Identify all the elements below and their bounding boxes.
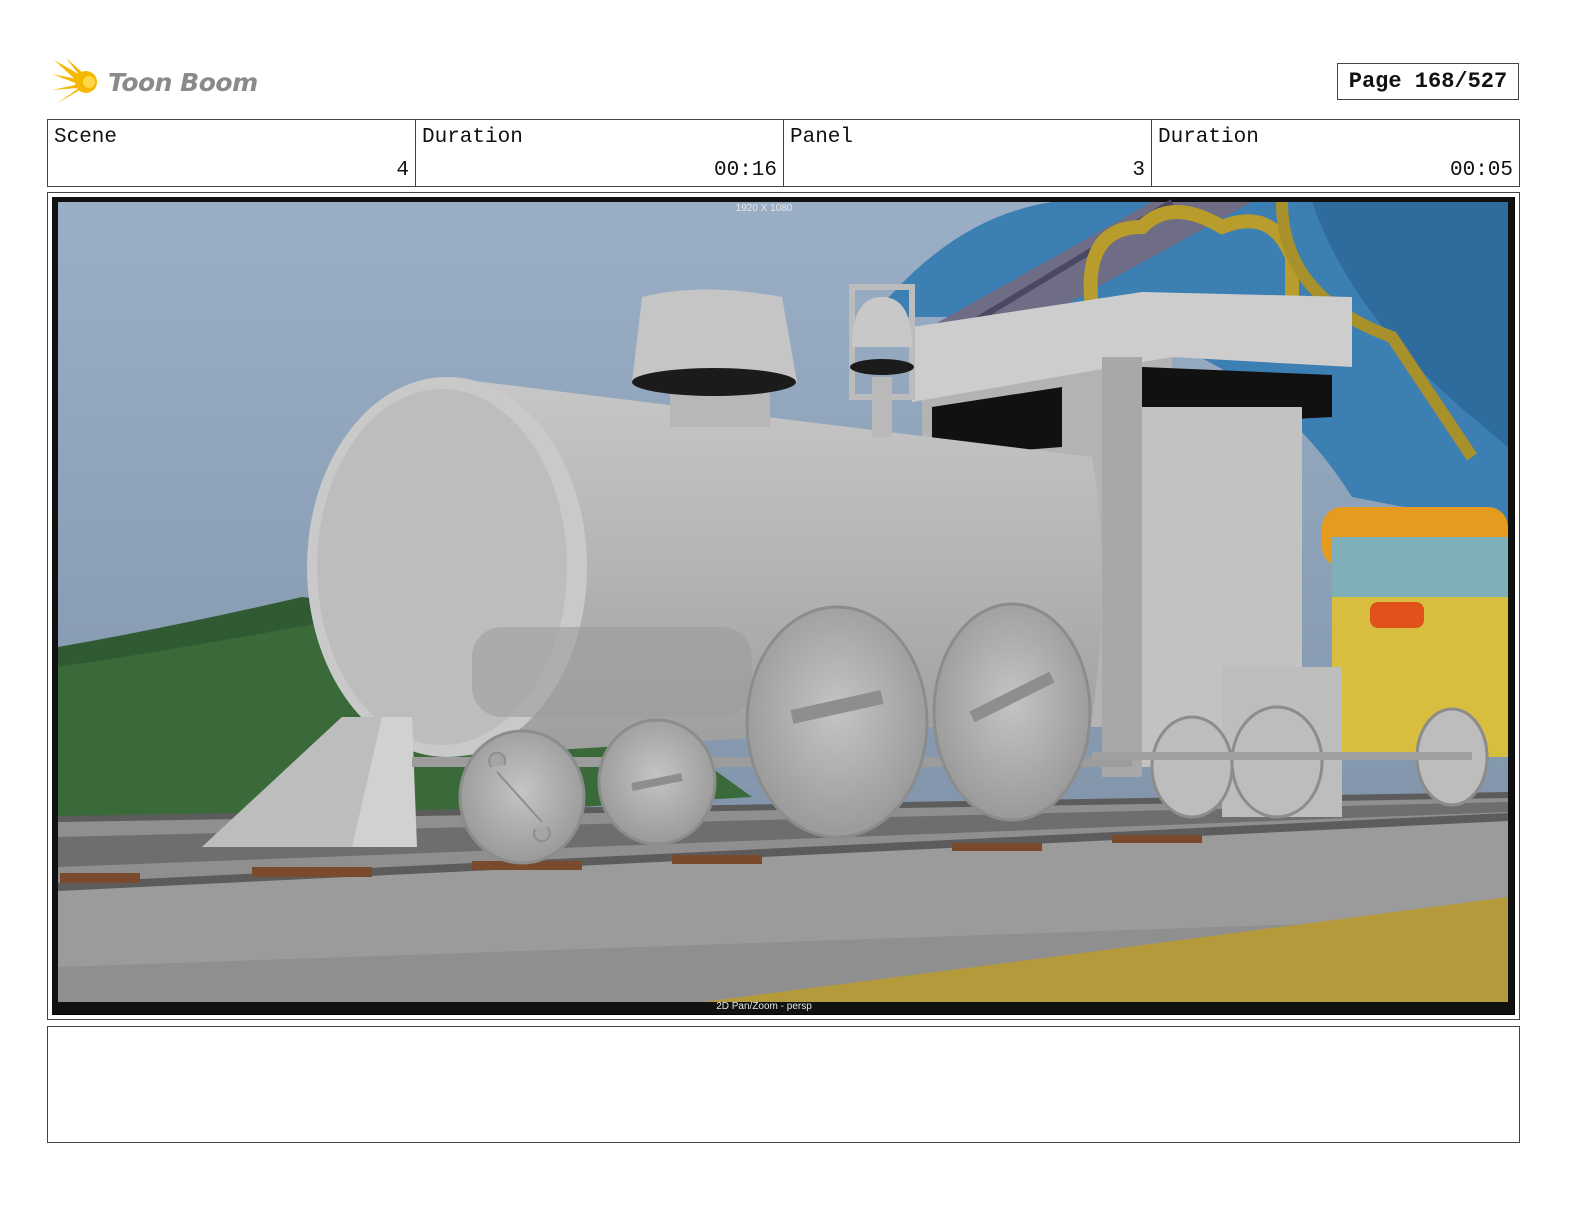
panel-cell: Panel 3 [783, 120, 1151, 186]
scene-duration-value: 00:16 [713, 159, 777, 182]
scene-duration-cell: Duration 00:16 [415, 120, 783, 186]
logo-text: Toon Boom [108, 67, 258, 97]
train-scene-illustration: 1920 X 1080 2D Pan/Zoom - persp [52, 197, 1514, 1014]
storyboard-panel-frame: 1920 X 1080 2D Pan/Zoom - persp [47, 192, 1520, 1020]
info-table: Scene 4 Duration 00:16 Panel 3 Duration … [47, 119, 1520, 187]
top-overlay-text: 1920 X 1080 [736, 203, 793, 214]
panel-duration-cell: Duration 00:05 [1151, 120, 1519, 186]
scene-duration-label: Duration [422, 126, 523, 149]
page-number: Page 168/527 [1337, 63, 1519, 100]
panel-label: Panel [790, 126, 854, 149]
panel-duration-label: Duration [1158, 126, 1259, 149]
scene-value: 4 [396, 159, 409, 182]
notes-box [47, 1026, 1520, 1143]
storyboard-panel-image: 1920 X 1080 2D Pan/Zoom - persp [52, 197, 1515, 1015]
panel-value: 3 [1132, 159, 1145, 182]
scene-cell: Scene 4 [48, 120, 415, 186]
panel-duration-value: 00:05 [1449, 159, 1513, 182]
sunburst-logo-icon [52, 58, 97, 104]
bottom-overlay-text: 2D Pan/Zoom - persp [716, 1001, 812, 1012]
scene-label: Scene [54, 126, 118, 149]
toon-boom-logo: Toon Boom [52, 56, 258, 108]
